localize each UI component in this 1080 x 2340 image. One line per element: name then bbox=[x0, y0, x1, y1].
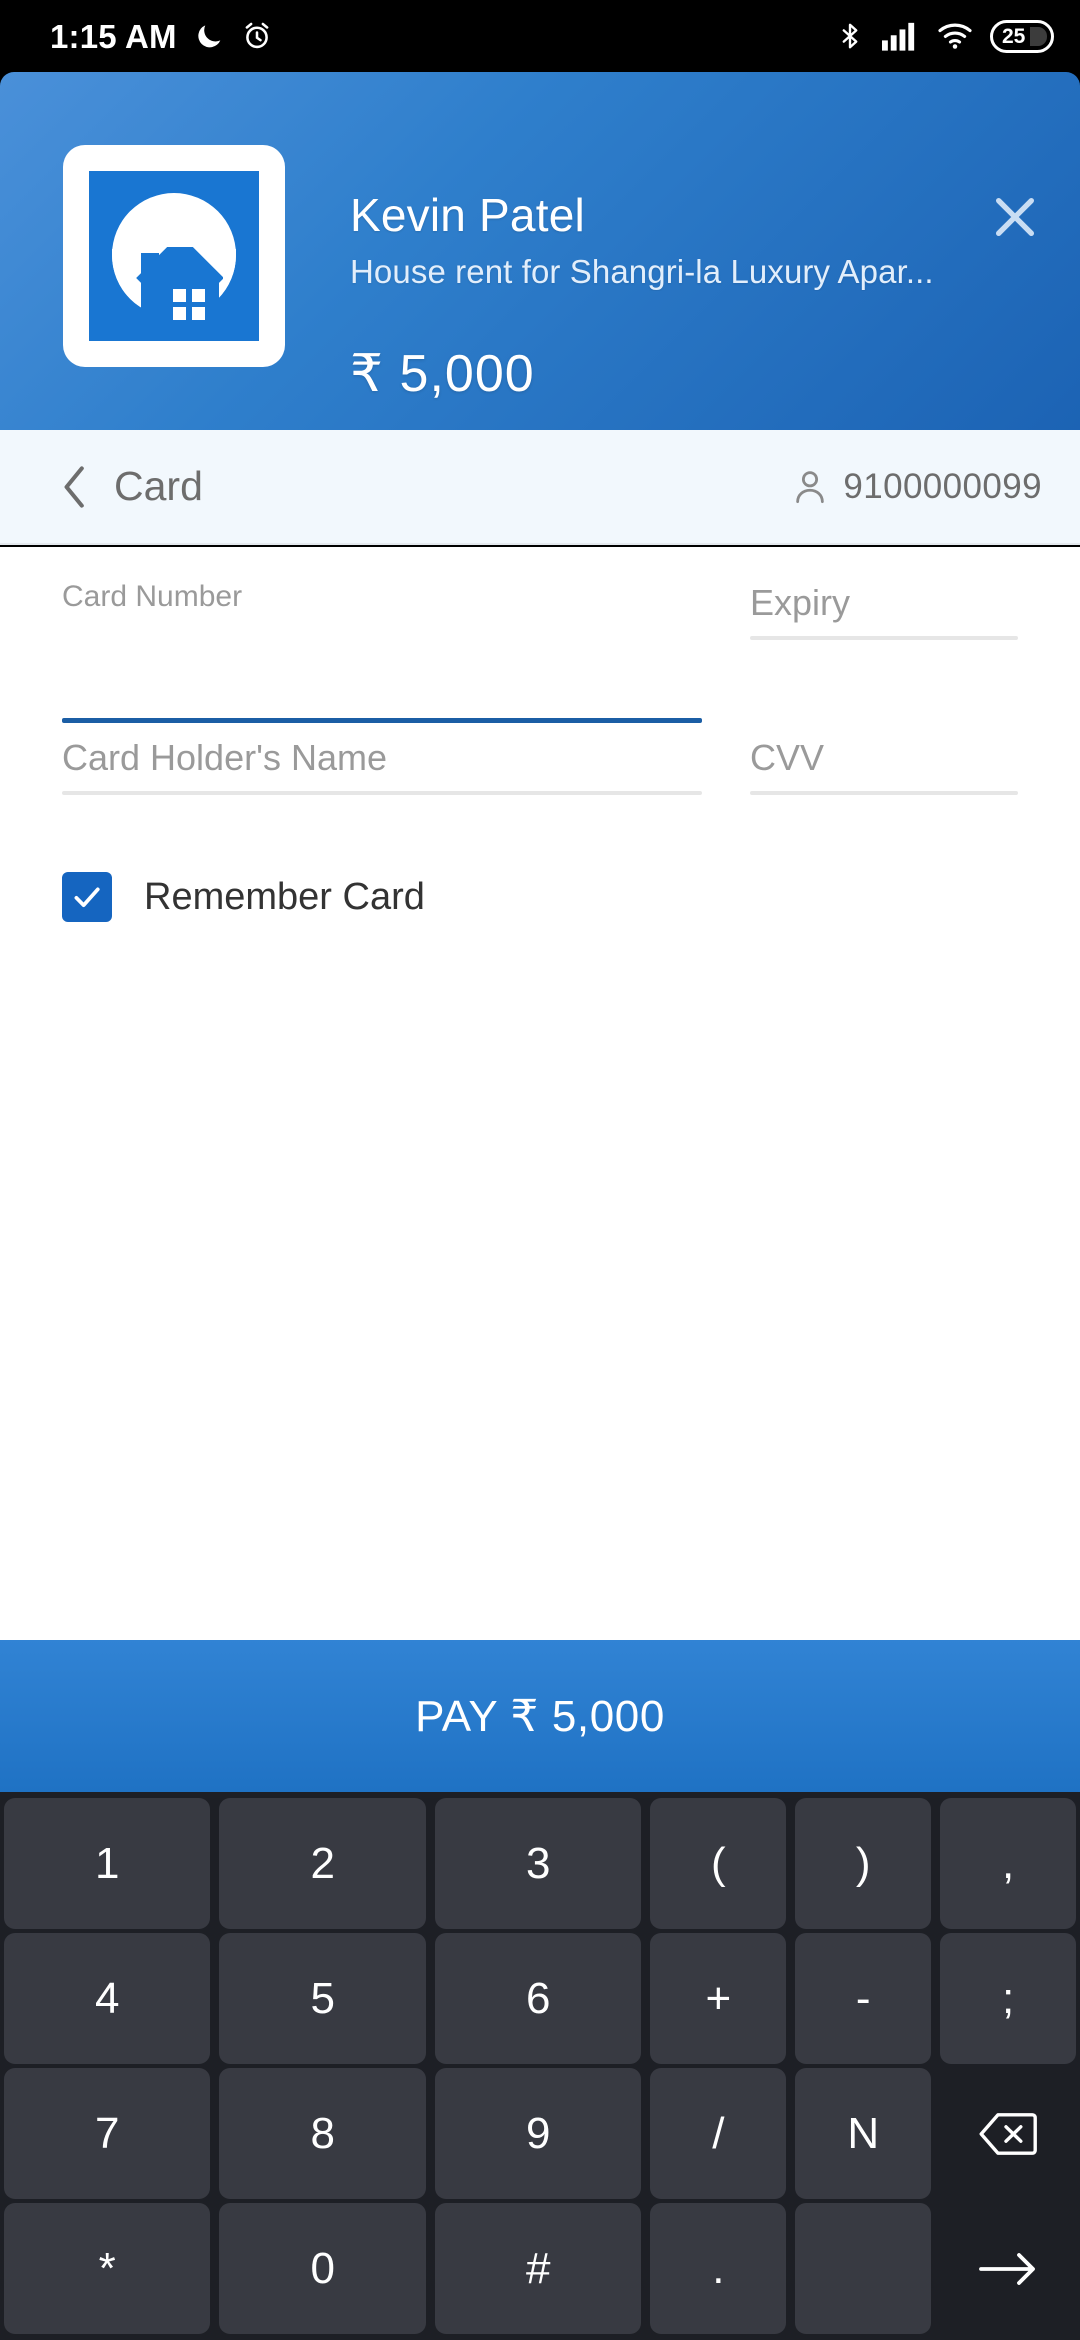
header-text-block: Kevin Patel House rent for Shangri-la Lu… bbox=[350, 190, 990, 291]
key-4[interactable]: 4 bbox=[4, 1933, 211, 2064]
card-form: Card Number Remember Card bbox=[0, 547, 1080, 1640]
key-2[interactable]: 2 bbox=[219, 1798, 426, 1929]
payment-purpose: House rent for Shangri-la Luxury Apar... bbox=[350, 252, 934, 290]
key-5[interactable]: 5 bbox=[219, 1933, 426, 2064]
key-label: 1 bbox=[95, 1838, 120, 1888]
key-1[interactable]: 1 bbox=[4, 1798, 211, 1929]
payee-name: Kevin Patel bbox=[350, 189, 585, 241]
card-number-field[interactable]: Card Number bbox=[62, 582, 702, 723]
key-label: 7 bbox=[95, 2108, 120, 2158]
remember-card-label: Remember Card bbox=[144, 875, 425, 918]
expiry-field[interactable] bbox=[750, 582, 1018, 640]
key-label: 3 bbox=[525, 1838, 551, 1888]
status-bar: 1:15 AM 25 bbox=[0, 0, 1080, 72]
card-number-input[interactable] bbox=[62, 664, 702, 718]
key-label: + bbox=[705, 1973, 732, 2023]
key-label: 8 bbox=[310, 2108, 335, 2158]
card-navbar: Card 9100000099 bbox=[0, 430, 1080, 545]
key-6[interactable]: 6 bbox=[434, 1933, 642, 2064]
merchant-logo bbox=[63, 145, 285, 367]
key-label: N bbox=[847, 2108, 880, 2158]
back-nav[interactable]: Card bbox=[58, 463, 203, 510]
key-label: - bbox=[855, 1973, 871, 2023]
payment-header: Kevin Patel House rent for Shangri-la Lu… bbox=[0, 72, 1080, 430]
key-semicolon[interactable]: ; bbox=[940, 1933, 1076, 2064]
arrow-right-icon bbox=[979, 2252, 1035, 2285]
key-backspace[interactable] bbox=[940, 2068, 1076, 2199]
bluetooth-icon bbox=[842, 23, 858, 49]
status-bar-left: 1:15 AM bbox=[50, 20, 273, 53]
card-number-label: Card Number bbox=[62, 580, 243, 613]
key-label: * bbox=[98, 2243, 116, 2293]
key-N[interactable]: N bbox=[795, 2068, 932, 2199]
card-holder-input[interactable] bbox=[62, 737, 702, 791]
key-label: # bbox=[525, 2243, 551, 2293]
cvv-underline bbox=[750, 791, 1018, 795]
checkbox-box[interactable] bbox=[62, 872, 112, 922]
key-label: ; bbox=[1001, 1973, 1015, 2023]
card-number-underline bbox=[62, 718, 702, 723]
close-icon bbox=[995, 197, 1035, 237]
battery-level: 25 bbox=[1002, 24, 1026, 48]
key-label: 0 bbox=[310, 2243, 335, 2293]
battery-icon: 25 bbox=[990, 19, 1054, 53]
card-holder-underline bbox=[62, 791, 702, 795]
numeric-keyboard: 1 2 3 (), 4 5 6 + -; 7 8 9 / N * 0 #. bbox=[0, 1792, 1080, 2340]
key-label: 5 bbox=[310, 1973, 335, 2023]
keyboard-row: * 0 #. bbox=[0, 2203, 1080, 2334]
key-arrow-right[interactable] bbox=[940, 2203, 1076, 2334]
key-comma[interactable]: , bbox=[940, 1798, 1076, 1929]
key-9[interactable]: 9 bbox=[434, 2068, 642, 2199]
key-slash[interactable]: / bbox=[650, 2068, 787, 2199]
check-icon bbox=[74, 887, 100, 908]
wifi-icon bbox=[938, 23, 972, 49]
key-label: , bbox=[1001, 1838, 1015, 1888]
key-0[interactable]: 0 bbox=[219, 2203, 426, 2334]
payment-amount: ₹ 5,000 bbox=[350, 345, 535, 403]
person-icon bbox=[796, 470, 825, 503]
moon-icon bbox=[198, 25, 221, 48]
close-button[interactable] bbox=[980, 182, 1050, 252]
remember-card-checkbox[interactable]: Remember Card bbox=[62, 872, 425, 922]
page-title: Card bbox=[114, 463, 203, 509]
key-3[interactable]: 3 bbox=[434, 1798, 642, 1929]
key-label: ( bbox=[711, 1838, 726, 1888]
key-minus[interactable]: - bbox=[795, 1933, 932, 2064]
cvv-input[interactable] bbox=[750, 737, 1018, 791]
key-rparen[interactable]: ) bbox=[795, 1798, 932, 1929]
pay-button[interactable]: PAY ₹ 5,000 bbox=[0, 1640, 1080, 1792]
user-phone-block: 9100000099 bbox=[793, 467, 1042, 507]
expiry-underline bbox=[750, 636, 1018, 640]
key-label: 6 bbox=[525, 1973, 551, 2023]
signal-icon bbox=[882, 22, 915, 51]
key-label: 2 bbox=[310, 1838, 335, 1888]
key-label: 4 bbox=[95, 1973, 120, 2023]
chevron-left-icon bbox=[64, 465, 84, 508]
user-phone-number: 9100000099 bbox=[843, 466, 1042, 506]
key-period[interactable]: . bbox=[650, 2203, 787, 2334]
key-label: . bbox=[712, 2243, 725, 2293]
house-logo-icon bbox=[89, 171, 259, 341]
card-holder-field[interactable] bbox=[62, 737, 702, 795]
key-label: / bbox=[712, 2108, 725, 2158]
status-bar-right: 25 bbox=[835, 19, 1054, 53]
key-8[interactable]: 8 bbox=[219, 2068, 426, 2199]
pay-button-label: PAY ₹ 5,000 bbox=[415, 1691, 665, 1741]
backspace-icon bbox=[979, 2112, 1037, 2155]
cvv-field[interactable] bbox=[750, 737, 1018, 795]
status-bar-clock: 1:15 AM bbox=[50, 17, 177, 55]
key-blank bbox=[795, 2203, 932, 2334]
keyboard-row: 4 5 6 + -; bbox=[0, 1933, 1080, 2064]
key-7[interactable]: 7 bbox=[4, 2068, 211, 2199]
alarm-icon bbox=[245, 22, 269, 49]
key-hash[interactable]: # bbox=[434, 2203, 642, 2334]
key-label: ) bbox=[855, 1838, 871, 1888]
keyboard-row: 7 8 9 / N bbox=[0, 2068, 1080, 2199]
keyboard-row: 1 2 3 (), bbox=[0, 1798, 1080, 1929]
key-lparen[interactable]: ( bbox=[650, 1798, 787, 1929]
expiry-input[interactable] bbox=[750, 582, 1018, 636]
key-label: 9 bbox=[525, 2108, 551, 2158]
key-asterisk[interactable]: * bbox=[4, 2203, 211, 2334]
key-plus[interactable]: + bbox=[650, 1933, 787, 2064]
